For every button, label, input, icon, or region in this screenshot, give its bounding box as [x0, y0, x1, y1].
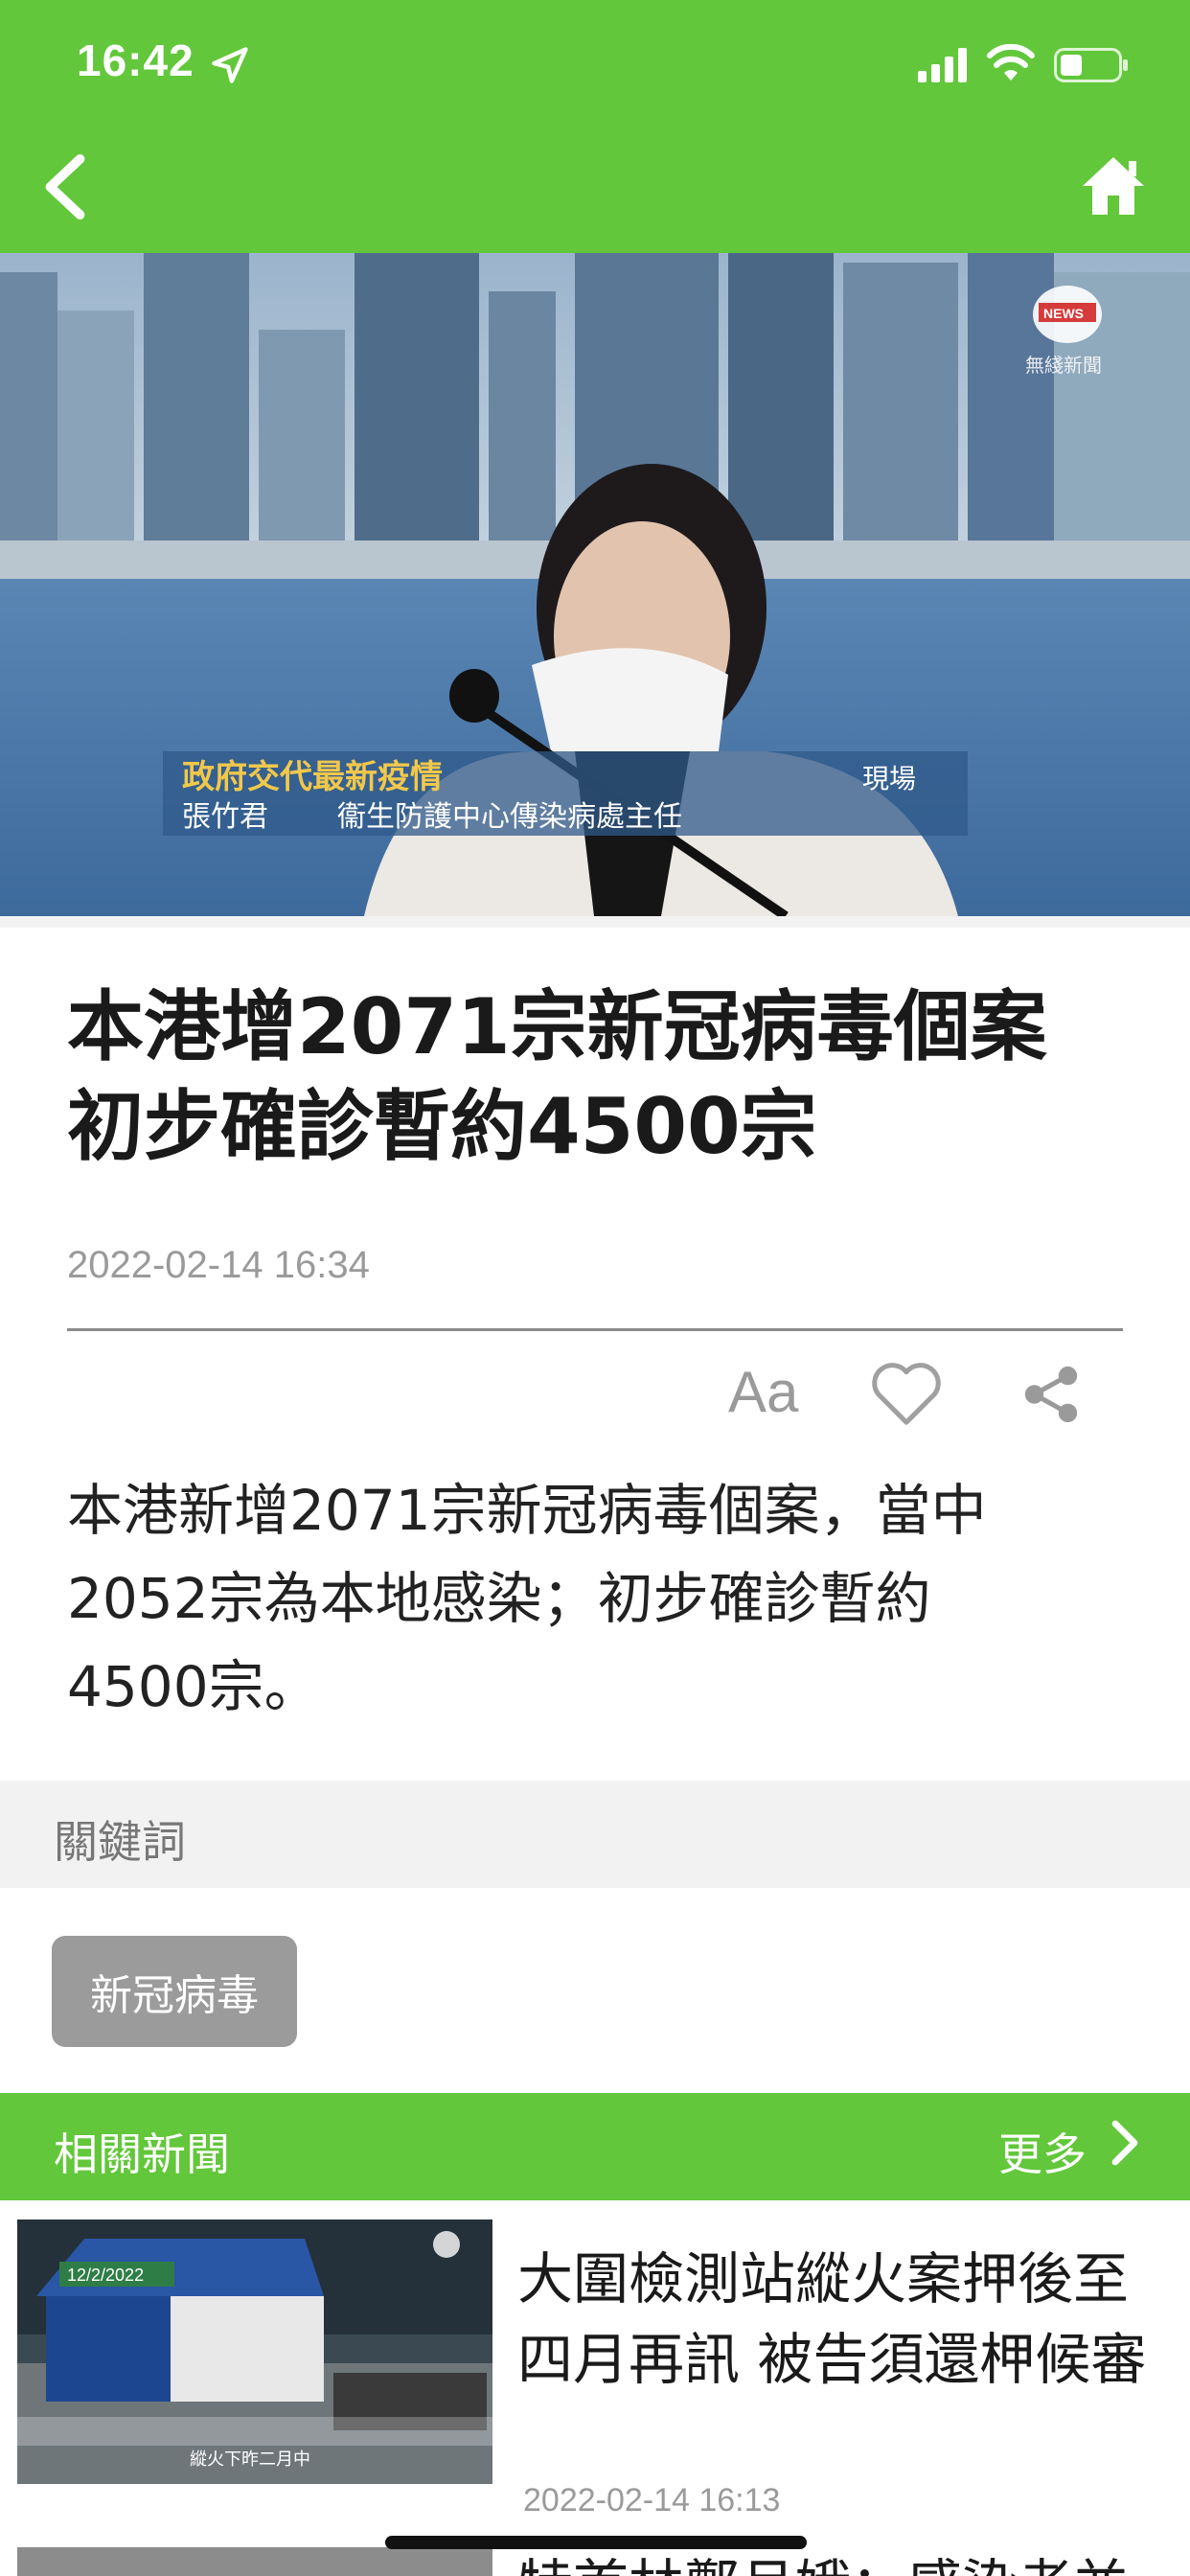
keywords-title: 關鍵詞	[54, 1816, 186, 1868]
thumb-caption: 縱火下昨二月中	[190, 2450, 310, 2470]
status-time: 16:42	[77, 35, 195, 85]
related-news-thumbnail: 12/2/2022 縱火下昨二月中	[17, 2220, 492, 2484]
article-body: 本港新增2071宗新冠病毒個案，當中 2052宗為本地感染；初步確診暫約 450…	[67, 1466, 1131, 1731]
keyword-tag[interactable]: 新冠病毒	[52, 1936, 297, 2047]
related-news-date: 2022-02-14 16:13	[523, 2482, 781, 2518]
related-headline-line-1: 大圍檢測站縱火案押後至	[517, 2246, 1130, 2312]
wifi-icon	[987, 44, 1035, 80]
font-size-button[interactable]: Aa	[728, 1359, 798, 1425]
more-link[interactable]: 更多	[998, 2120, 1087, 2183]
article-date: 2022-02-14 16:34	[67, 1244, 370, 1286]
logo-text: NEWS	[1043, 306, 1084, 321]
body-line-2: 2052宗為本地感染；初步確診暫約	[67, 1566, 931, 1631]
battery-icon	[1054, 48, 1128, 82]
chevron-left-icon[interactable]	[38, 153, 92, 220]
home-indicator[interactable]	[385, 2536, 807, 2549]
location-arrow-icon	[212, 47, 248, 83]
thumb-date: 12/2/2022	[67, 2266, 144, 2285]
share-icon[interactable]	[1019, 1363, 1083, 1426]
status-bar: 16:42	[0, 0, 1190, 126]
thumb-logo-icon	[433, 2231, 460, 2258]
headline-line-1: 本港增2071宗新冠病毒個案	[67, 982, 1047, 1071]
hero-caption-name: 張竹君	[182, 800, 268, 834]
article-divider	[67, 1328, 1123, 1331]
hero-separator	[0, 916, 1190, 928]
logo-sub-text: 無綫新聞	[1025, 354, 1102, 377]
body-line-3: 4500宗。	[67, 1654, 320, 1719]
related-headline-line-2: 四月再訊 被告須還柙候審	[517, 2327, 1147, 2392]
related-news-headline: 特首林鄭月娥：感染者並不必然需要住院	[517, 2545, 1179, 2576]
hero-caption-title: 政府交代最新疫情	[182, 758, 443, 796]
related-news-headline: 大圍檢測站縱火案押後至 四月再訊 被告須還柙候審	[517, 2239, 1179, 2400]
related-news-title: 相關新聞	[54, 2128, 230, 2180]
article-headline: 本港增2071宗新冠病毒個案 初步確診暫約4500宗	[67, 978, 1131, 1177]
related-news-thumbnail	[17, 2547, 492, 2576]
cellular-signal-icon	[918, 48, 967, 82]
body-line-1: 本港新增2071宗新冠病毒個案，當中	[67, 1478, 987, 1543]
headline-line-2: 初步確診暫約4500宗	[67, 1082, 817, 1171]
hero-caption-role: 衞生防護中心傳染病處主任	[337, 800, 682, 834]
chevron-right-icon[interactable]	[1108, 2118, 1142, 2168]
hero-illustration: 政府交代最新疫情 現場 張竹君 衞生防護中心傳染病處主任 NEWS 無綫新聞	[0, 253, 1190, 916]
related-news-item[interactable]: 12/2/2022 縱火下昨二月中 大圍檢測站縱火案押後至 四月再訊 被告須還柙…	[0, 2200, 1190, 2526]
heart-icon[interactable]	[868, 1361, 945, 1428]
hero-image: 政府交代最新疫情 現場 張竹君 衞生防護中心傳染病處主任 NEWS 無綫新聞	[0, 253, 1190, 916]
hero-caption-tag: 現場	[862, 763, 916, 794]
home-icon[interactable]	[1081, 153, 1146, 218]
app-header: 16:42	[0, 0, 1190, 253]
